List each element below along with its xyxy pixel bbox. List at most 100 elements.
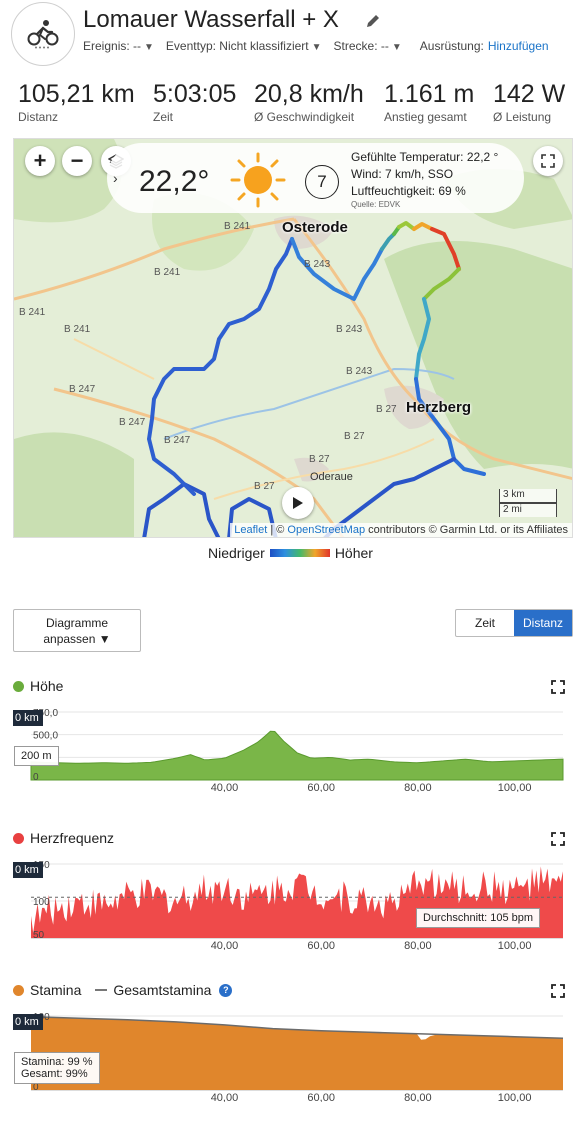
x-tick-label: 60,00 <box>307 1092 335 1102</box>
stat-value: 5:03:05 <box>153 80 237 108</box>
stat-label: Ø Geschwindigkeit <box>254 110 355 124</box>
total-stamina-title: Gesamtstamina <box>113 982 212 998</box>
map-scale: 3 km 2 mi <box>499 489 557 517</box>
average-tooltip: Durchschnitt: 105 bpm <box>416 908 541 928</box>
expand-icon[interactable] <box>551 832 565 846</box>
place-osterode: Osterode <box>282 219 348 236</box>
weather-temperature: 22,2° <box>139 165 210 198</box>
place-herzberg: Herzberg <box>406 399 472 416</box>
chevron-down-icon: ▼ <box>391 42 402 53</box>
road-label: B 241 <box>224 221 251 232</box>
tooltip-line: Stamina: 99 % <box>21 1056 93 1068</box>
fullscreen-icon[interactable] <box>533 146 563 176</box>
course-label: Strecke: -- <box>333 39 389 53</box>
scale-mi: 2 mi <box>499 503 557 517</box>
road-label: B 241 <box>154 267 181 278</box>
map-legend: Niedriger Höher <box>208 545 373 561</box>
customize-charts-button[interactable]: Diagramme anpassen ▼ <box>13 609 141 652</box>
wind-text: Wind: 7 km/h, SSO <box>351 167 454 181</box>
event-type-select[interactable]: Eventtyp: Nicht klassifiziert ▼ <box>166 39 322 53</box>
x-tick-label: 80,00 <box>404 782 432 792</box>
road-label: B 27 <box>344 431 365 442</box>
expand-icon[interactable] <box>551 984 565 998</box>
road-label: B 27 <box>376 404 397 415</box>
series-area-0 <box>30 730 564 781</box>
weather-details: Gefühlte Temperatur: 22,2 ° Wind: 7 km/h… <box>351 149 498 210</box>
event-select[interactable]: Ereignis: -- ▼ <box>83 39 154 53</box>
event-label: Ereignis: -- <box>83 39 142 53</box>
cursor-km-tag: 0 km <box>13 862 43 878</box>
tooltip-line: 200 m <box>21 750 52 762</box>
legend-gradient <box>269 549 330 557</box>
road-label: B 247 <box>69 384 96 395</box>
road-label: B 241 <box>64 324 91 335</box>
heartrate-legend-dot <box>13 832 24 844</box>
stat-value: 105,21 km <box>18 80 135 108</box>
customize-label-2: anpassen ▼ <box>43 632 111 646</box>
zoom-out-button[interactable]: − <box>62 146 92 176</box>
x-tick-label: 100,00 <box>498 782 532 792</box>
elevation-chart[interactable]: 750,0 500,0 0 40,00 60,00 80,00 100,00 0 km 200 … <box>13 706 573 792</box>
weather-panel: › 22,2° 7 Gefühlte Temperatur: 22,2 ° Wi… <box>107 143 524 213</box>
help-icon[interactable]: ? <box>219 983 233 997</box>
customize-label-1: Diagramme <box>45 616 108 630</box>
leaflet-link[interactable]: Leaflet <box>234 524 267 536</box>
road-label: B 243 <box>346 366 373 377</box>
x-tick-label: 60,00 <box>307 940 335 950</box>
cyclist-icon <box>11 2 75 66</box>
elevation-chart-header: Höhe <box>13 678 63 694</box>
stat-value: 20,8 km/h <box>254 80 364 108</box>
humidity-text: Luftfeuchtigkeit: 69 % <box>351 184 466 198</box>
stat-label: Distanz <box>18 110 59 124</box>
heartrate-chart-header: Herzfrequenz <box>13 830 114 846</box>
sun-icon <box>230 152 286 208</box>
pencil-icon[interactable] <box>365 13 381 29</box>
x-tick-label: 40,00 <box>211 782 239 792</box>
legend-high: Höher <box>334 545 373 561</box>
elevation-tooltip: 200 m <box>14 746 59 766</box>
zoom-in-button[interactable]: + <box>25 146 55 176</box>
route-map[interactable]: B 241 B 241 B 241 B 247 B 247 B 247 B 24… <box>13 138 573 538</box>
equipment-label: Ausrüstung: <box>419 39 484 53</box>
cursor-km-tag: 0 km <box>13 1014 43 1030</box>
attribution-sep: | © <box>267 524 288 536</box>
chevron-down-icon: ▼ <box>311 42 322 53</box>
course-select[interactable]: Strecke: -- ▼ <box>334 39 402 53</box>
stamina-legend-dot <box>13 984 24 996</box>
toggle-distance[interactable]: Distanz <box>514 610 572 636</box>
x-tick-label: 40,00 <box>211 1092 239 1102</box>
activity-meta: Ereignis: -- ▼ Eventtyp: Nicht klassifizi… <box>83 39 549 53</box>
stat-avg-power: 142 W Ø Leistung <box>493 80 565 124</box>
expand-icon[interactable] <box>551 680 565 694</box>
weather-source: Quelle: EDVK <box>351 200 401 209</box>
total-stamina-legend-line <box>95 989 108 991</box>
axis-toggle: Zeit Distanz <box>455 609 573 637</box>
chevron-right-icon[interactable]: › <box>113 170 118 186</box>
road-label: B 247 <box>164 435 191 446</box>
wind-speed: 7 <box>317 172 327 191</box>
stamina-chart-header: Stamina Gesamtstamina ? <box>13 982 233 998</box>
stat-label: Ø Leistung <box>493 110 552 124</box>
osm-link[interactable]: OpenStreetMap <box>287 524 365 536</box>
heartrate-title: Herzfrequenz <box>30 830 115 846</box>
x-tick-label: 80,00 <box>404 940 432 950</box>
y-tick-label: 0 <box>33 772 39 783</box>
x-tick-label: 40,00 <box>211 940 239 950</box>
elevation-title: Höhe <box>30 678 64 694</box>
stat-distance: 105,21 km Distanz <box>18 80 135 124</box>
heartrate-chart[interactable]: 1501005040,0060,0080,00100,000 kmDurchsc… <box>13 858 573 950</box>
add-equipment-link[interactable]: Hinzufügen <box>488 39 549 53</box>
road-label: B 243 <box>304 259 331 270</box>
road-label: B 247 <box>119 417 146 428</box>
toggle-time[interactable]: Zeit <box>456 610 514 636</box>
stamina-chart[interactable]: 100040,0060,0080,00100,000 kmStamina: 99… <box>13 1010 573 1102</box>
attribution-text: contributors © Garmin Ltd. or its Affili… <box>365 524 568 536</box>
tooltip-line: Durchschnitt: 105 bpm <box>423 912 534 924</box>
map-attribution: Leaflet | © OpenStreetMap contributors ©… <box>230 523 572 537</box>
stat-time: 5:03:05 Zeit <box>153 80 236 124</box>
y-tick-label: 50 <box>33 930 45 941</box>
play-button[interactable] <box>282 487 314 519</box>
chevron-down-icon: ▼ <box>144 42 154 53</box>
cursor-km-tag: 0 km <box>13 710 43 726</box>
activity-title: Lomauer Wasserfall + X <box>83 6 339 33</box>
